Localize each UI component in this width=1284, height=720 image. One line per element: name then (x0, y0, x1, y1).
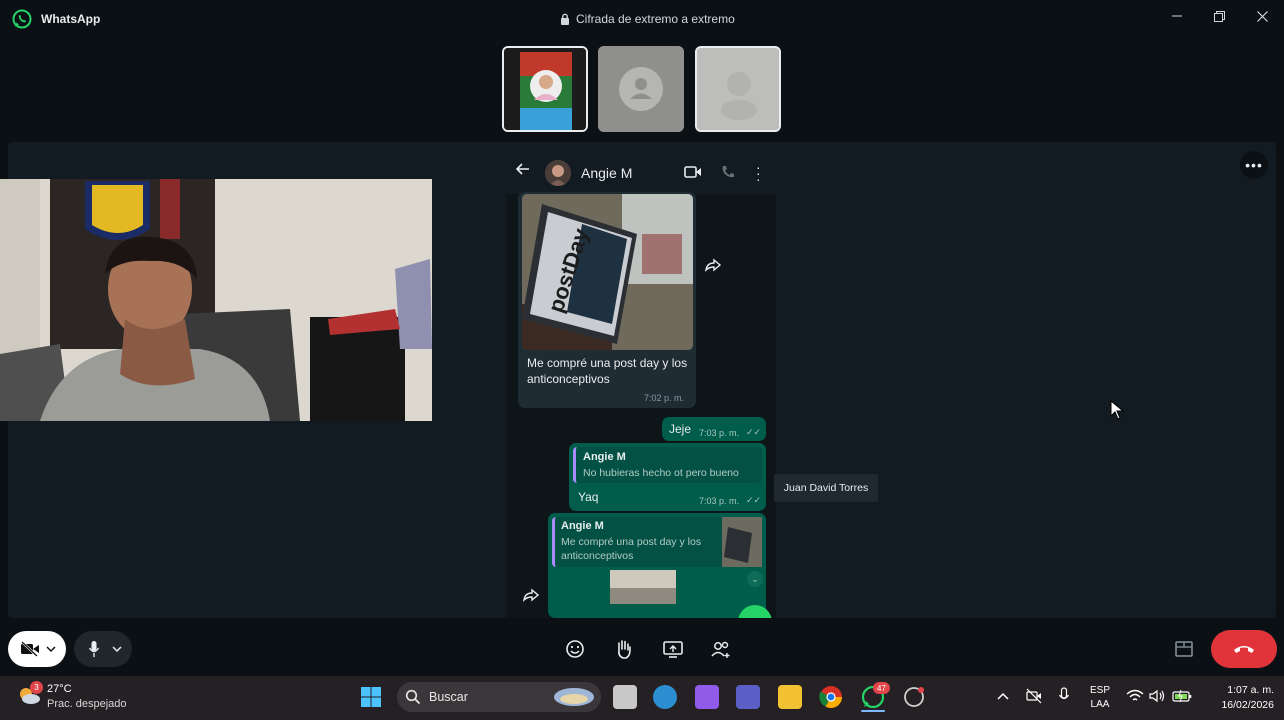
lock-icon (561, 13, 569, 25)
camera-off-tray-icon[interactable] (1026, 688, 1042, 704)
quoted-sender: Angie M (583, 451, 626, 463)
chevron-down-icon (46, 646, 56, 653)
participants-icon[interactable] (710, 638, 732, 660)
search-icon (405, 689, 421, 705)
active-app-indicator (861, 710, 885, 712)
input-language[interactable]: ESP LAA (1084, 684, 1116, 712)
volume-icon[interactable] (1149, 689, 1167, 703)
back-arrow-icon[interactable] (516, 163, 530, 175)
participant-thumb-2[interactable] (598, 46, 684, 132)
taskbar-clock[interactable]: 1:07 a. m. 16/02/2026 (1202, 683, 1274, 713)
search-label: Buscar (429, 690, 468, 704)
keyboard-layout: LAA (1090, 699, 1110, 710)
weather-description[interactable]: Prac. despejado (47, 698, 127, 710)
mic-icon (88, 641, 100, 657)
participant-thumb-3[interactable] (695, 46, 781, 132)
mic-tray-icon[interactable] (1058, 687, 1070, 705)
camera-video (0, 179, 432, 421)
shared-screen: Angie M · · · postDay Me compré una post d… (506, 142, 776, 618)
camera-off-icon (21, 641, 39, 657)
chrome-icon[interactable] (819, 685, 843, 709)
emoji-icon[interactable] (564, 638, 586, 660)
forward-icon[interactable] (704, 258, 722, 272)
windows-start-icon[interactable] (360, 686, 382, 708)
whatsapp-call-window: WhatsApp Cifrada de extremo a extremo ••… (0, 0, 1284, 720)
mouse-cursor-icon (1110, 400, 1124, 420)
message-time: 7:02 p. m. (644, 393, 685, 403)
close-icon (1256, 10, 1268, 22)
whatsapp-logo-icon (12, 9, 32, 29)
clock-date: 16/02/2026 (1221, 699, 1274, 711)
quoted-thumbnail (722, 517, 762, 567)
whatsapp-unread-badge: 47 (873, 682, 890, 694)
search-highlight-icon (554, 688, 594, 706)
chat-menu-icon[interactable]: · · · (756, 160, 761, 186)
maximize-button[interactable] (1204, 6, 1234, 26)
contact-avatar[interactable] (545, 160, 571, 186)
participant-thumb-1[interactable] (502, 46, 588, 132)
encryption-notice: Cifrada de extremo a extremo (560, 12, 735, 26)
message-text: Yaq (578, 490, 599, 504)
raise-hand-icon[interactable] (613, 638, 635, 660)
screen-share-icon[interactable] (662, 638, 684, 660)
more-options-button[interactable]: ••• (1240, 151, 1268, 179)
quoted-text: Me compré una post day y los anticoncept… (561, 536, 702, 562)
read-ticks-icon: ✓✓ (746, 427, 762, 437)
maximize-icon (1213, 10, 1225, 22)
weather-temperature[interactable]: 27°C (47, 683, 72, 695)
default-avatar-icon (598, 46, 684, 132)
end-call-icon (1234, 646, 1254, 653)
language-code: ESP (1089, 685, 1110, 696)
reply-image[interactable] (610, 570, 676, 604)
scroll-down-icon[interactable]: ⌄ (747, 571, 763, 587)
edge-icon[interactable] (653, 685, 677, 709)
call-controls-bar (0, 618, 1284, 676)
participant-name-tooltip: Juan David Torres (774, 474, 878, 502)
encryption-label: Cifrada de extremo a extremo (576, 12, 735, 26)
message-time: 7:03 p. m. (699, 428, 740, 438)
message-text: Jeje (669, 422, 692, 436)
quoted-sender: Angie M (561, 520, 604, 532)
quoted-text: No hubieras hecho ot pero bueno (583, 467, 739, 479)
read-ticks-icon: ✓✓ (746, 495, 762, 505)
chevron-down-icon (112, 646, 122, 653)
file-explorer-icon[interactable] (778, 685, 802, 709)
message-photo[interactable]: postDay (522, 194, 693, 350)
title-bar: WhatsApp Cifrada de extremo a extremo (0, 0, 1284, 36)
weather-badge: 3 (30, 681, 43, 694)
battery-charging-icon[interactable] (1172, 689, 1192, 703)
more-icon: ••• (1245, 157, 1263, 173)
snipping-tool-icon[interactable] (902, 685, 926, 709)
phone-icon[interactable] (720, 164, 736, 180)
minimize-button[interactable] (1162, 6, 1192, 26)
task-view-icon[interactable] (613, 685, 637, 709)
chat-header: Angie M · · · (506, 142, 776, 194)
tray-chevron-up-icon[interactable] (997, 692, 1009, 700)
camera-toggle-button[interactable] (8, 631, 66, 667)
participant-photo (504, 48, 586, 130)
blurred-avatar-icon (697, 48, 779, 130)
forward-icon[interactable] (522, 588, 540, 602)
end-call-button[interactable] (1211, 630, 1277, 668)
clock-time: 1:07 a. m. (1227, 684, 1274, 696)
teams-icon[interactable] (736, 685, 760, 709)
minimize-icon (1172, 15, 1182, 17)
video-call-icon[interactable] (684, 165, 702, 179)
app-title: WhatsApp (41, 12, 101, 26)
self-camera-view (0, 179, 432, 421)
wifi-icon[interactable] (1126, 689, 1144, 703)
layout-icon[interactable] (1173, 638, 1195, 660)
microphone-toggle-button[interactable] (74, 631, 132, 667)
copilot-icon[interactable] (695, 685, 719, 709)
message-caption: Me compré una post day y los anticoncept… (527, 356, 688, 386)
close-window-button[interactable] (1247, 6, 1277, 26)
contact-name[interactable]: Angie M (581, 165, 632, 181)
message-time: 7:03 p. m. (699, 496, 740, 506)
